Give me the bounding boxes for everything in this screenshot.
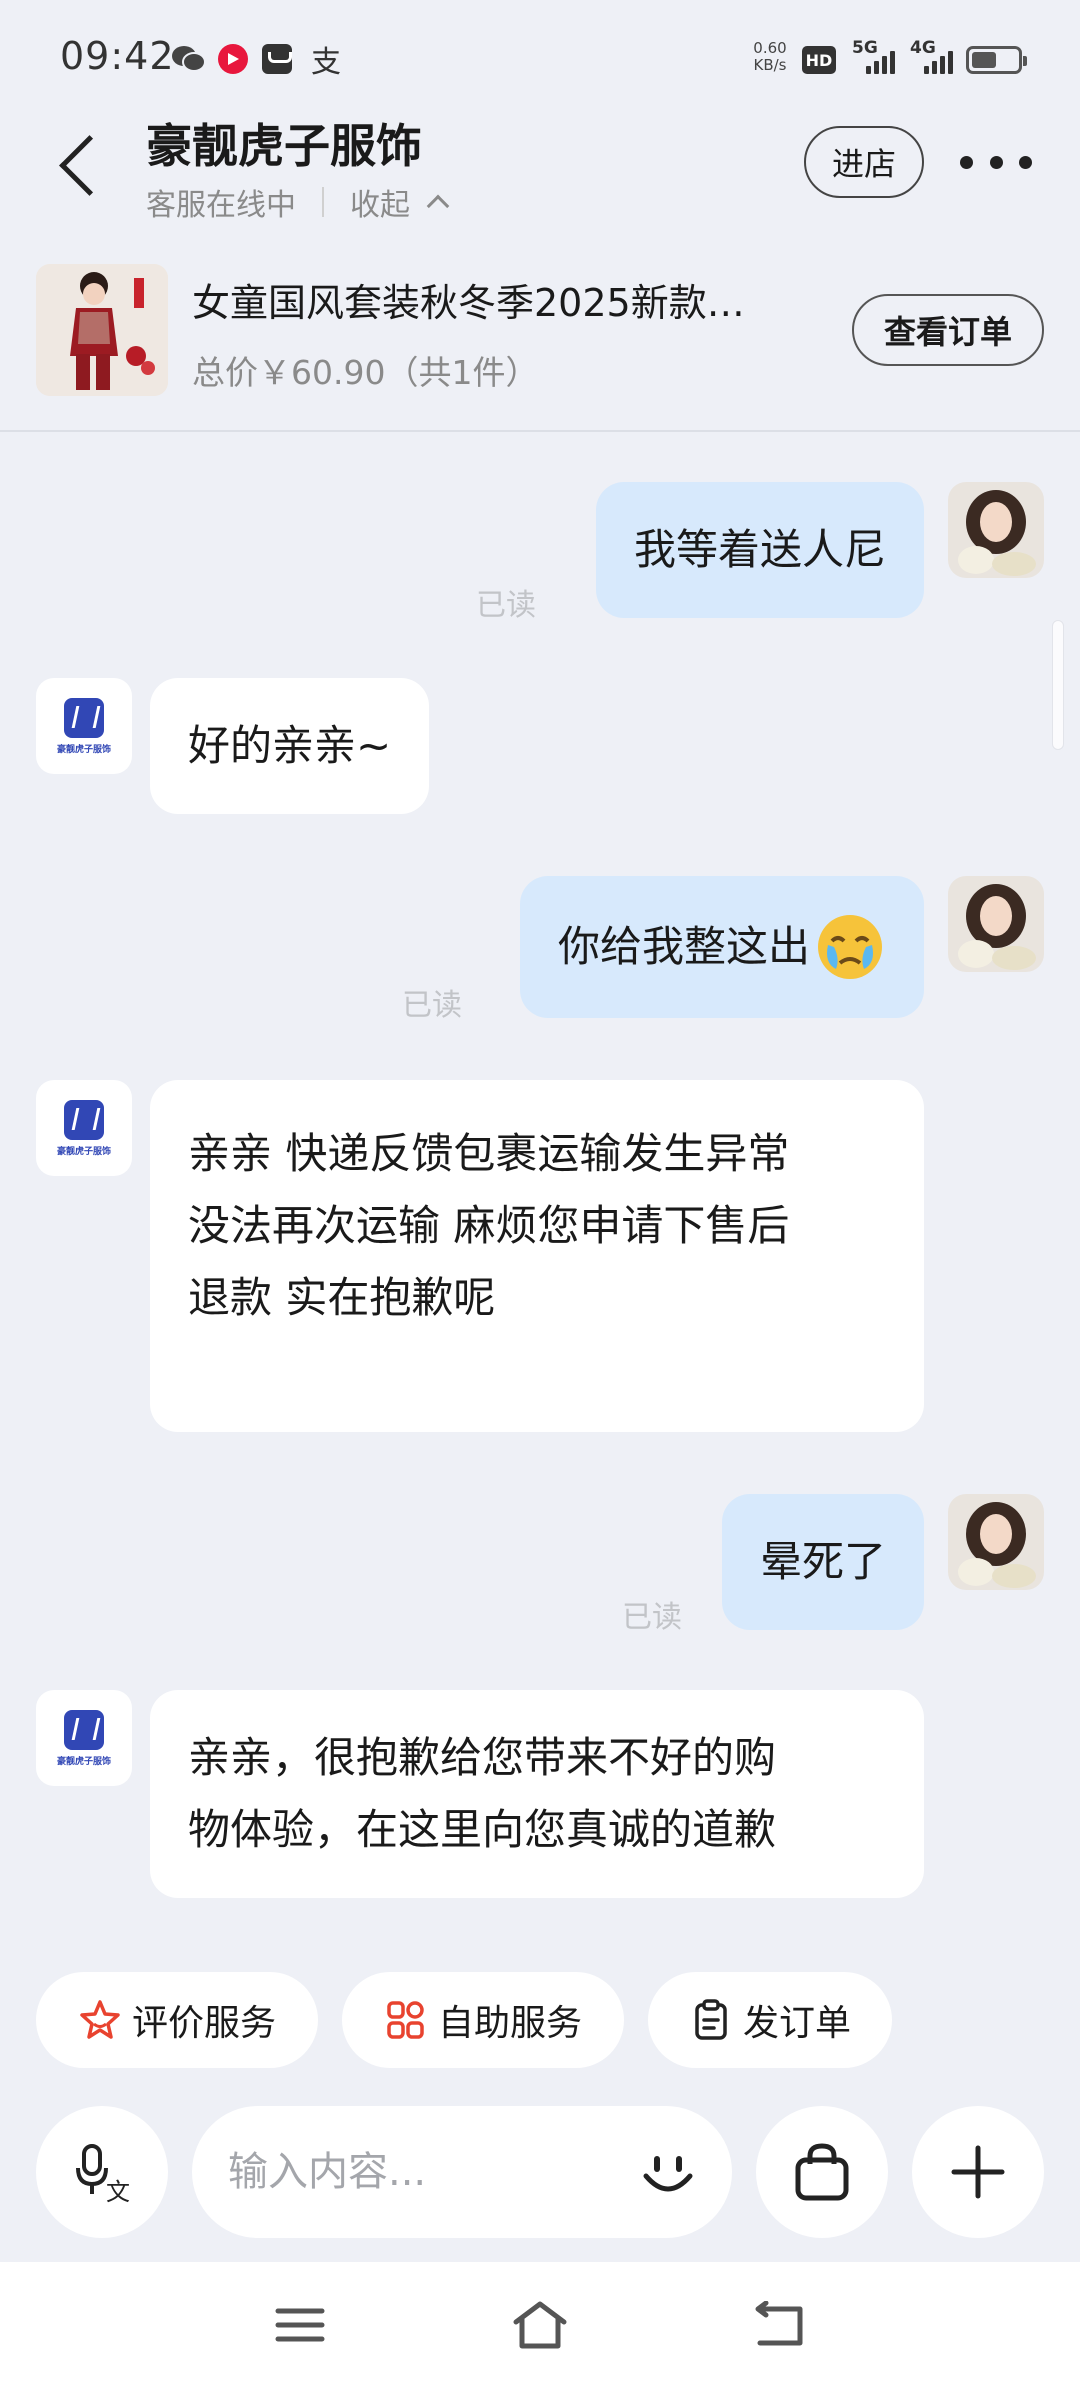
home-nav-icon[interactable] bbox=[500, 2290, 580, 2360]
message-input[interactable] bbox=[228, 2136, 608, 2208]
plus-icon bbox=[948, 2142, 1008, 2202]
message-line: 没法再次运输 麻烦您申请下售后 bbox=[188, 1201, 790, 1250]
user-avatar[interactable] bbox=[948, 482, 1044, 578]
message-bubble-user[interactable]: 你给我整这出 bbox=[519, 876, 924, 1018]
message-text: 你给我整这出 bbox=[557, 922, 810, 971]
enter-shop-button[interactable]: 进店 bbox=[804, 126, 924, 198]
service-status: 客服在线中 bbox=[146, 188, 296, 223]
shop-logo-icon bbox=[64, 1099, 104, 1140]
self-service-label: 自助服务 bbox=[437, 2003, 582, 2044]
message-text: 我等着送人尼 bbox=[633, 525, 886, 574]
network-speed-unit: KB/s bbox=[753, 56, 787, 74]
message-text: 好的亲亲~ bbox=[188, 721, 392, 770]
read-receipt: 已读 bbox=[622, 1600, 682, 1635]
product-title[interactable]: 女童国风套装秋冬季2025新款… bbox=[192, 272, 812, 327]
alipay-icon: 支 bbox=[311, 45, 341, 80]
shop-avatar-text: 豪靓虎子服饰 bbox=[56, 1756, 111, 1767]
crying-emoji-icon bbox=[814, 911, 886, 983]
product-price: 总价￥60.90（共1件） bbox=[192, 353, 539, 392]
wechat-icon bbox=[170, 42, 206, 76]
svg-text:文: 文 bbox=[106, 2178, 130, 2204]
emoji-icon[interactable] bbox=[632, 2136, 704, 2208]
shop-status-row: 客服在线中 收起 bbox=[146, 180, 450, 224]
microphone-icon: 文 bbox=[70, 2140, 134, 2206]
message-bubble-shop[interactable]: 亲亲 快递反馈包裹运输发生异常 没法再次运输 麻烦您申请下售后 退款 实在抱歉呢 bbox=[150, 1080, 924, 1432]
menu-nav-icon[interactable] bbox=[260, 2290, 340, 2360]
shopping-bag-button[interactable] bbox=[756, 2106, 888, 2238]
message-bubble-shop[interactable]: 好的亲亲~ bbox=[150, 678, 430, 814]
star-icon bbox=[78, 1998, 122, 2042]
read-receipt: 已读 bbox=[476, 588, 536, 623]
status-time: 09:42 bbox=[60, 34, 175, 78]
battery-icon bbox=[966, 46, 1027, 74]
signal-5g-icon: 5G bbox=[852, 38, 895, 74]
shop-logo-icon bbox=[64, 697, 104, 738]
user-avatar[interactable] bbox=[948, 876, 1044, 972]
collapse-button[interactable]: 收起 bbox=[350, 180, 410, 224]
shop-avatar[interactable]: 豪靓虎子服饰 bbox=[36, 678, 132, 774]
shopping-bag-icon bbox=[790, 2140, 854, 2204]
rate-service-button[interactable]: 评价服务 bbox=[36, 1972, 318, 2068]
shop-logo-icon bbox=[64, 1709, 104, 1750]
message-bubble-user[interactable]: 晕死了 bbox=[721, 1494, 924, 1630]
divider bbox=[322, 187, 324, 217]
hd-voice-icon: HD bbox=[802, 46, 836, 74]
signal-5g-label: 5G bbox=[852, 38, 878, 58]
shop-avatar[interactable]: 豪靓虎子服饰 bbox=[36, 1690, 132, 1786]
message-line: 物体验，在这里向您真诚的道歉 bbox=[188, 1805, 777, 1854]
grid-icon bbox=[384, 1998, 428, 2042]
network-speed-value: 0.60 bbox=[753, 39, 787, 57]
message-line: 亲亲 快递反馈包裹运输发生异常 bbox=[188, 1129, 790, 1178]
message-text: 晕死了 bbox=[759, 1537, 886, 1586]
record-icon bbox=[218, 44, 248, 74]
send-order-label: 发订单 bbox=[742, 2003, 851, 2044]
chevron-up-icon[interactable] bbox=[426, 194, 450, 218]
rate-service-label: 评价服务 bbox=[131, 2003, 276, 2044]
user-avatar[interactable] bbox=[948, 1494, 1044, 1590]
back-button[interactable] bbox=[52, 126, 112, 206]
message-input-container[interactable] bbox=[192, 2106, 732, 2238]
network-speed: 0.60 KB/s bbox=[748, 40, 792, 74]
clipboard-icon bbox=[689, 1998, 733, 2042]
shop-avatar[interactable]: 豪靓虎子服饰 bbox=[36, 1080, 132, 1176]
mail-icon bbox=[262, 44, 292, 74]
voice-to-text-button[interactable]: 文 bbox=[36, 2106, 168, 2238]
read-receipt: 已读 bbox=[402, 988, 462, 1023]
back-nav-icon[interactable] bbox=[740, 2290, 820, 2360]
scrollbar[interactable] bbox=[1052, 620, 1064, 750]
product-image[interactable] bbox=[36, 264, 168, 396]
shop-name: 豪靓虎子服饰 bbox=[146, 119, 422, 173]
send-order-button[interactable]: 发订单 bbox=[648, 1972, 892, 2068]
self-service-button[interactable]: 自助服务 bbox=[342, 1972, 624, 2068]
message-bubble-user[interactable]: 我等着送人尼 bbox=[595, 482, 924, 618]
more-options-button[interactable] bbox=[960, 140, 1032, 184]
signal-4g-label: 4G bbox=[910, 38, 936, 58]
signal-4g-icon: 4G bbox=[910, 38, 953, 74]
message-line: 亲亲，很抱歉给您带来不好的购 bbox=[188, 1733, 777, 1782]
message-bubble-shop[interactable]: 亲亲，很抱歉给您带来不好的购 物体验，在这里向您真诚的道歉 bbox=[150, 1690, 924, 1898]
message-line: 退款 实在抱歉呢 bbox=[188, 1273, 496, 1322]
view-order-button[interactable]: 查看订单 bbox=[852, 294, 1044, 366]
shop-avatar-text: 豪靓虎子服饰 bbox=[56, 1146, 111, 1157]
shop-avatar-text: 豪靓虎子服饰 bbox=[56, 744, 111, 755]
add-more-button[interactable] bbox=[912, 2106, 1044, 2238]
